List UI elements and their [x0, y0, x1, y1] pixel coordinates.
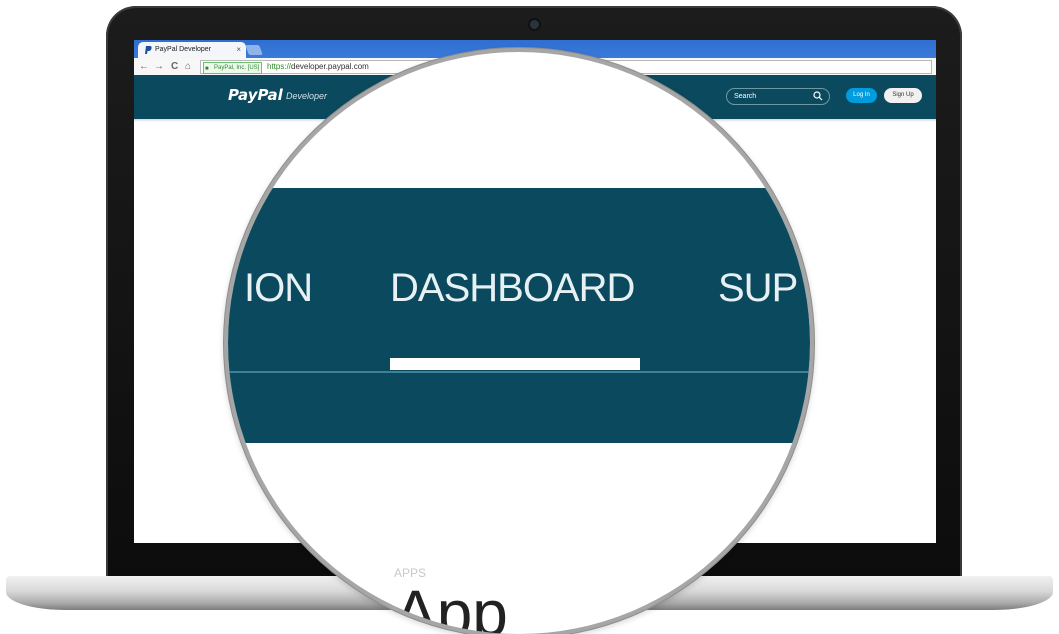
nav-item-partial-right[interactable]: SUP	[718, 266, 798, 311]
tab-title: PayPal Developer	[155, 46, 212, 53]
nav-divider	[228, 371, 810, 373]
reload-icon[interactable]: C	[171, 59, 178, 74]
app-heading: App	[394, 577, 508, 634]
back-arrow-icon[interactable]: ←	[139, 59, 149, 74]
log-in-button[interactable]: Log In	[846, 88, 877, 103]
url-scheme: https://	[267, 62, 292, 71]
new-tab-button[interactable]	[245, 45, 263, 55]
magnifier-lens: ION DASHBOARD SUP APPS App	[228, 52, 810, 634]
magnified-nav-band	[228, 188, 810, 443]
ev-badge-label: PayPal, Inc. [US]	[214, 65, 260, 71]
forward-arrow-icon[interactable]: →	[154, 59, 164, 74]
developer-logo-label: Developer	[286, 91, 328, 101]
sign-up-button[interactable]: Sign Up	[884, 88, 922, 103]
nav-item-dashboard[interactable]: DASHBOARD	[390, 266, 635, 311]
webcam-icon	[530, 20, 539, 29]
active-nav-underline	[390, 358, 640, 370]
search-input[interactable]: Search	[726, 88, 830, 105]
url-host: developer.paypal.com	[291, 62, 369, 71]
search-icon[interactable]	[813, 91, 823, 101]
paypal-favicon-icon	[145, 46, 152, 54]
browser-tab[interactable]: PayPal Developer ×	[138, 42, 246, 58]
nav-item-partial-left[interactable]: ION	[244, 266, 313, 311]
paypal-logo[interactable]: PayPal	[228, 86, 283, 104]
ev-certificate-badge[interactable]: ■ PayPal, Inc. [US]	[203, 62, 263, 74]
tab-close-icon[interactable]: ×	[236, 42, 241, 58]
url-text: https://developer.paypal.com	[267, 61, 369, 73]
home-icon[interactable]: ⌂	[185, 59, 191, 74]
search-placeholder: Search	[734, 93, 757, 100]
lock-icon: ■	[205, 66, 209, 72]
